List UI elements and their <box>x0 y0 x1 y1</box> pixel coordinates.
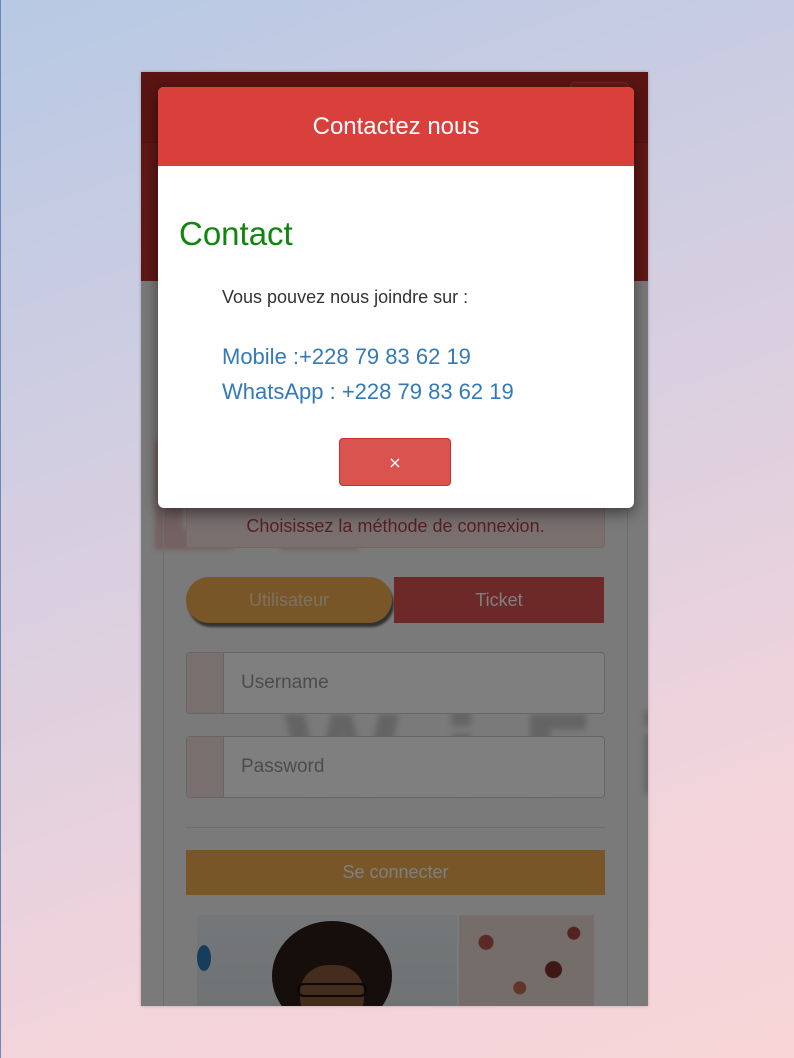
close-button[interactable]: × <box>339 438 451 486</box>
modal-title: Contactez nous <box>312 112 480 140</box>
contact-modal: Contactez nous Contact Vous pouvez nous … <box>158 87 634 508</box>
mobile-link[interactable]: Mobile :+228 79 83 62 19 <box>222 344 471 370</box>
modal-header: Contactez nous <box>158 87 634 166</box>
contact-intro: Vous pouvez nous joindre sur : <box>222 287 469 307</box>
whatsapp-link[interactable]: WhatsApp : +228 79 83 62 19 <box>222 379 514 405</box>
contact-heading: Contact <box>179 215 293 252</box>
